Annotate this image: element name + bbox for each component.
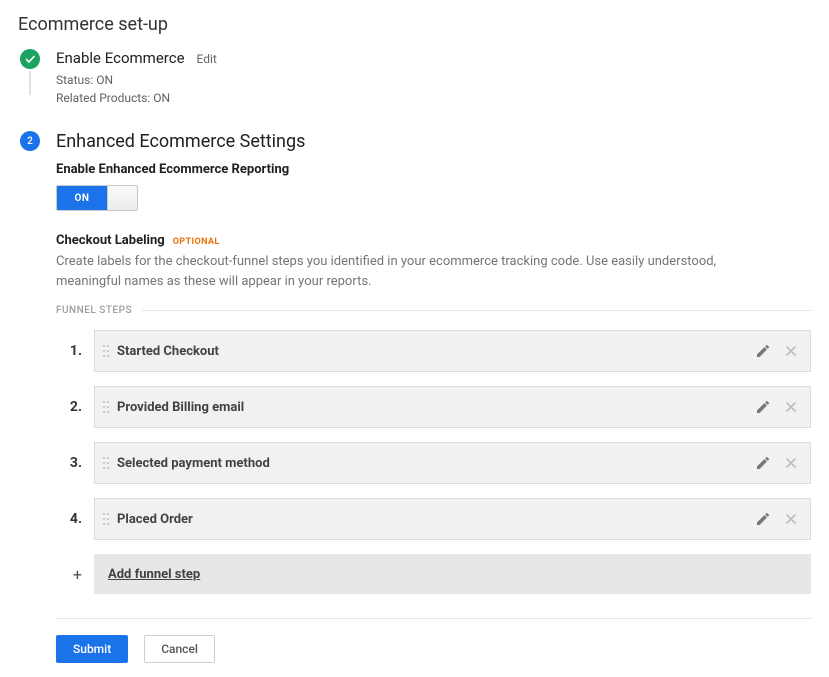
close-icon[interactable]	[782, 398, 800, 416]
funnel-step-label: Selected payment method	[117, 456, 748, 471]
funnel-step-label: Provided Billing email	[117, 400, 748, 415]
funnel-step-row: 3. Selected payment method	[56, 442, 811, 484]
related-products-label: Related Products: ON	[56, 89, 811, 107]
close-icon[interactable]	[782, 510, 800, 528]
edit-link[interactable]: Edit	[197, 52, 217, 66]
funnel-step-box: Selected payment method	[94, 442, 811, 484]
toggle-off-side	[107, 186, 137, 210]
funnel-steps-header: FUNNEL STEPS	[56, 305, 811, 316]
funnel-step-row: 2. Provided Billing email	[56, 386, 811, 428]
funnel-step-box: Started Checkout	[94, 330, 811, 372]
cancel-button[interactable]: Cancel	[144, 635, 215, 663]
checkout-labeling-title: Checkout Labeling	[56, 233, 165, 248]
drag-handle-icon[interactable]	[101, 343, 111, 359]
divider-line	[56, 618, 811, 619]
close-icon[interactable]	[782, 342, 800, 360]
enable-reporting-toggle[interactable]: ON	[56, 185, 138, 211]
funnel-list: 1. Started Checkout 2. Provided Billing ema…	[56, 330, 811, 540]
funnel-step-row: 4. Placed Order	[56, 498, 811, 540]
step-enable-ecommerce: Enable Ecommerce Edit Status: ON Related…	[18, 49, 811, 107]
funnel-step-label: Placed Order	[117, 512, 748, 527]
plus-icon: +	[56, 554, 84, 594]
row-number: 3.	[56, 442, 84, 484]
row-number: 2.	[56, 386, 84, 428]
pencil-icon[interactable]	[754, 510, 772, 528]
submit-button[interactable]: Submit	[56, 635, 128, 663]
add-funnel-step-label: Add funnel step	[108, 567, 200, 582]
toggle-on-label: ON	[57, 186, 107, 210]
step-title: Enable Ecommerce	[56, 49, 185, 67]
funnel-step-row: 1. Started Checkout	[56, 330, 811, 372]
row-number: 1.	[56, 330, 84, 372]
drag-handle-icon[interactable]	[101, 511, 111, 527]
pencil-icon[interactable]	[754, 342, 772, 360]
drag-handle-icon[interactable]	[101, 455, 111, 471]
row-number: 4.	[56, 498, 84, 540]
connector-line	[29, 71, 31, 95]
status-label: Status: ON	[56, 71, 811, 89]
optional-tag: OPTIONAL	[173, 237, 220, 247]
close-icon[interactable]	[782, 454, 800, 472]
add-funnel-step-button[interactable]: Add funnel step	[94, 554, 811, 594]
step-title: Enhanced Ecommerce Settings	[56, 131, 305, 152]
enable-reporting-label: Enable Enhanced Ecommerce Reporting	[56, 162, 811, 177]
step-number-badge: 2	[20, 131, 40, 151]
page-title: Ecommerce set-up	[18, 14, 811, 35]
pencil-icon[interactable]	[754, 398, 772, 416]
divider-line	[142, 310, 811, 311]
funnel-step-box: Placed Order	[94, 498, 811, 540]
drag-handle-icon[interactable]	[101, 399, 111, 415]
funnel-step-box: Provided Billing email	[94, 386, 811, 428]
funnel-step-label: Started Checkout	[117, 344, 748, 359]
pencil-icon[interactable]	[754, 454, 772, 472]
check-icon	[20, 49, 40, 69]
checkout-help-text: Create labels for the checkout-funnel st…	[56, 252, 756, 291]
add-funnel-step-row: + Add funnel step	[56, 554, 811, 594]
funnel-steps-label: FUNNEL STEPS	[56, 305, 132, 316]
step-enhanced-ecommerce: 2 Enhanced Ecommerce Settings Enable Enh…	[18, 131, 811, 663]
